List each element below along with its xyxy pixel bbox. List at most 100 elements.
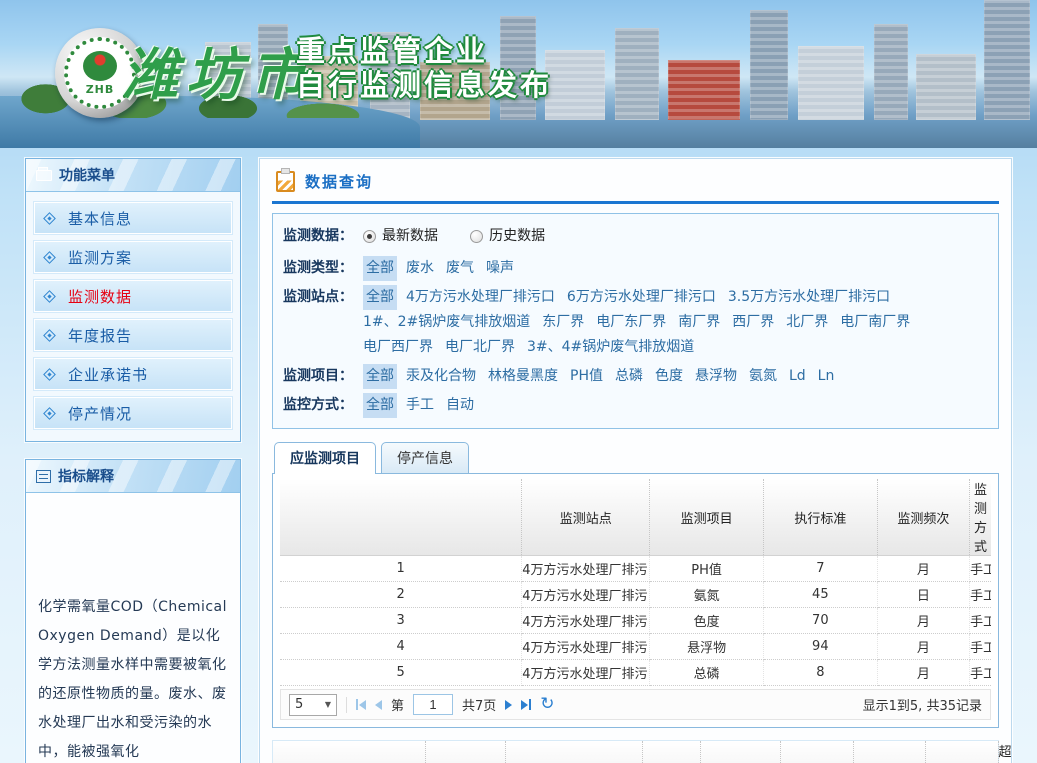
filter-link[interactable]: 手工 — [406, 393, 434, 418]
filter-link[interactable]: 电厂东厂界 — [596, 310, 666, 335]
sidebar: 功能菜单 基本信息 监测方案 监测数据 — [25, 158, 241, 763]
table-header-cell: 监测频次 — [781, 741, 854, 763]
row-number: 3 — [280, 608, 522, 634]
radio-option[interactable]: 最新数据 — [363, 224, 438, 249]
menu-item-label: 停产情况 — [68, 403, 132, 424]
table-header-row: 监测站点监测项目监测时间监测类型监测频次监测值执行标准超标倍数 — [273, 741, 998, 763]
sidebar-menu-item[interactable]: 监测数据 — [34, 280, 232, 312]
cell-frequency: 月 — [877, 556, 969, 582]
compass-diamond-icon — [43, 212, 56, 225]
filter-links-project: 全部汞及化合物林格曼黑度 PH值总磷色度悬浮物氨氮 Ld Ln — [363, 364, 984, 389]
filter-link[interactable]: 自动 — [446, 393, 474, 418]
monitor-data-section: 监测站点监测项目监测时间监测类型监测频次监测值执行标准超标倍数 1 1#、2#锅… — [272, 740, 999, 763]
table-header-cell: 监测方式 — [970, 479, 991, 556]
first-page-button[interactable] — [356, 699, 366, 710]
menu-item-label: 年度报告 — [68, 325, 132, 346]
table-header-cell — [273, 741, 425, 763]
row-number: 5 — [280, 660, 522, 686]
page-title: 数据查询 — [305, 171, 373, 192]
menu-item-label: 监测数据 — [68, 286, 132, 307]
tab-bar: 应监测项目 停产信息 — [272, 441, 999, 473]
table-row[interactable]: 4 4万方污水处理厂排污口 悬浮物 94 月 手工 — [280, 634, 991, 660]
sidebar-menu-item[interactable]: 年度报告 — [34, 319, 232, 351]
table-header-cell: 执行标准 — [926, 741, 999, 763]
filter-row-data: 监测数据： 最新数据 历史数据 — [283, 224, 984, 252]
cell-standard: 45 — [763, 582, 877, 608]
monitor-items-tab-panel: 监测站点监测项目执行标准监测频次监测方式 1 4万方污水处理厂排污口 PH值 7… — [272, 473, 999, 728]
sidebar-menu-item[interactable]: 停产情况 — [34, 397, 232, 429]
cell-standard: 70 — [763, 608, 877, 634]
filter-link[interactable]: 3.5万方污水处理厂排污口 — [728, 285, 890, 310]
compass-diamond-icon — [43, 329, 56, 342]
filter-row-station: 监测站点： 全部4万方污水处理厂排污口6万方污水处理厂排污口3.5万方污水处理厂… — [283, 285, 984, 360]
filter-link[interactable]: 电厂北厂界 — [445, 335, 515, 360]
tab[interactable]: 停产信息 — [381, 442, 469, 474]
cell-project: 悬浮物 — [650, 634, 764, 660]
table-row[interactable]: 1 4万方污水处理厂排污口 PH值 7 月 手工 — [280, 556, 991, 582]
filter-link[interactable]: 氨氮 — [749, 364, 777, 389]
filter-link[interactable]: 3#、4#锅炉废气排放烟道 — [527, 335, 694, 360]
sidebar-menu-item[interactable]: 企业承诺书 — [34, 358, 232, 390]
radio-icon[interactable] — [363, 230, 376, 243]
filter-link[interactable]: 全部 — [363, 364, 397, 389]
cell-standard: 94 — [763, 634, 877, 660]
filter-link[interactable]: 林格曼黑度 — [488, 364, 558, 389]
filter-link[interactable]: 噪声 — [486, 256, 514, 281]
row-number: 4 — [280, 634, 522, 660]
filter-links-type: 全部废水废气噪声 — [363, 256, 984, 281]
cell-station: 4万方污水处理厂排污口 — [522, 660, 650, 686]
filter-link[interactable]: 西厂界 — [732, 310, 774, 335]
filter-link[interactable]: 南厂界 — [678, 310, 720, 335]
sidebar-menu-item[interactable]: 基本信息 — [34, 202, 232, 234]
table-row[interactable]: 3 4万方污水处理厂排污口 色度 70 月 手工 — [280, 608, 991, 634]
filter-link[interactable]: 4万方污水处理厂排污口 — [406, 285, 555, 310]
sidebar-menu-item[interactable]: 监测方案 — [34, 241, 232, 273]
filter-link[interactable]: 电厂西厂界 — [363, 335, 433, 360]
logo-core-icon — [83, 51, 117, 81]
page-prefix-label: 第 — [391, 695, 404, 714]
filter-link[interactable]: 1#、2#锅炉废气排放烟道 — [363, 310, 530, 335]
radio-icon[interactable] — [470, 230, 483, 243]
filter-link[interactable]: Ln — [818, 364, 835, 389]
filter-link[interactable]: 全部 — [363, 285, 397, 310]
filter-link[interactable]: 悬浮物 — [695, 364, 737, 389]
next-page-button[interactable] — [505, 700, 512, 710]
table-header-cell: 监测值 — [853, 741, 926, 763]
row-number: 1 — [280, 556, 522, 582]
filter-link[interactable]: 全部 — [363, 256, 397, 281]
page-number-input[interactable] — [413, 694, 453, 715]
filter-link[interactable]: 废水 — [406, 256, 434, 281]
cell-project: 氨氮 — [650, 582, 764, 608]
filter-link[interactable]: 电厂南厂界 — [840, 310, 910, 335]
filter-link[interactable]: PH值 — [570, 364, 603, 389]
table-row[interactable]: 2 4万方污水处理厂排污口 氨氮 45 日 手工 — [280, 582, 991, 608]
page-size-select[interactable]: 5 ▼ — [289, 694, 337, 716]
menu-item-label: 监测方案 — [68, 247, 132, 268]
filter-link[interactable]: 北厂界 — [786, 310, 828, 335]
indicator-text: 化学需氧量COD（Chemical Oxygen Demand）是以化学方法测量… — [38, 593, 228, 763]
table-header-cell: 监测类型 — [701, 741, 781, 763]
filter-link[interactable]: 色度 — [655, 364, 683, 389]
table-row[interactable]: 5 4万方污水处理厂排污口 总磷 8 月 手工 — [280, 660, 991, 686]
filter-label-data: 监测数据： — [283, 224, 363, 252]
function-menu-panel: 功能菜单 基本信息 监测方案 监测数据 — [25, 158, 241, 442]
table-header-cell: 执行标准 — [763, 479, 877, 556]
tab[interactable]: 应监测项目 — [274, 442, 376, 474]
refresh-icon[interactable]: ↻ — [540, 696, 554, 713]
filter-label-type: 监测类型： — [283, 256, 363, 281]
function-menu-header: 功能菜单 — [26, 159, 240, 192]
table-header-cell — [280, 479, 522, 556]
filter-row-type: 监测类型： 全部废水废气噪声 — [283, 256, 984, 281]
radio-option[interactable]: 历史数据 — [470, 224, 545, 249]
filter-link[interactable]: 东厂界 — [542, 310, 584, 335]
filter-link[interactable]: Ld — [789, 364, 806, 389]
last-page-button[interactable] — [521, 699, 531, 710]
filter-link[interactable]: 汞及化合物 — [406, 364, 476, 389]
filter-row-method: 监控方式： 全部手工自动 — [283, 393, 984, 418]
filter-link[interactable]: 6万方污水处理厂排污口 — [567, 285, 716, 310]
filter-link[interactable]: 全部 — [363, 393, 397, 418]
filter-link[interactable]: 废气 — [446, 256, 474, 281]
filter-link[interactable]: 总磷 — [615, 364, 643, 389]
filter-links-station: 全部 4万方污水处理厂排污口 6万方污水处理厂排污口 3.5万方污水处理厂排污口 1#、… — [363, 285, 984, 360]
prev-page-button[interactable] — [375, 700, 382, 710]
